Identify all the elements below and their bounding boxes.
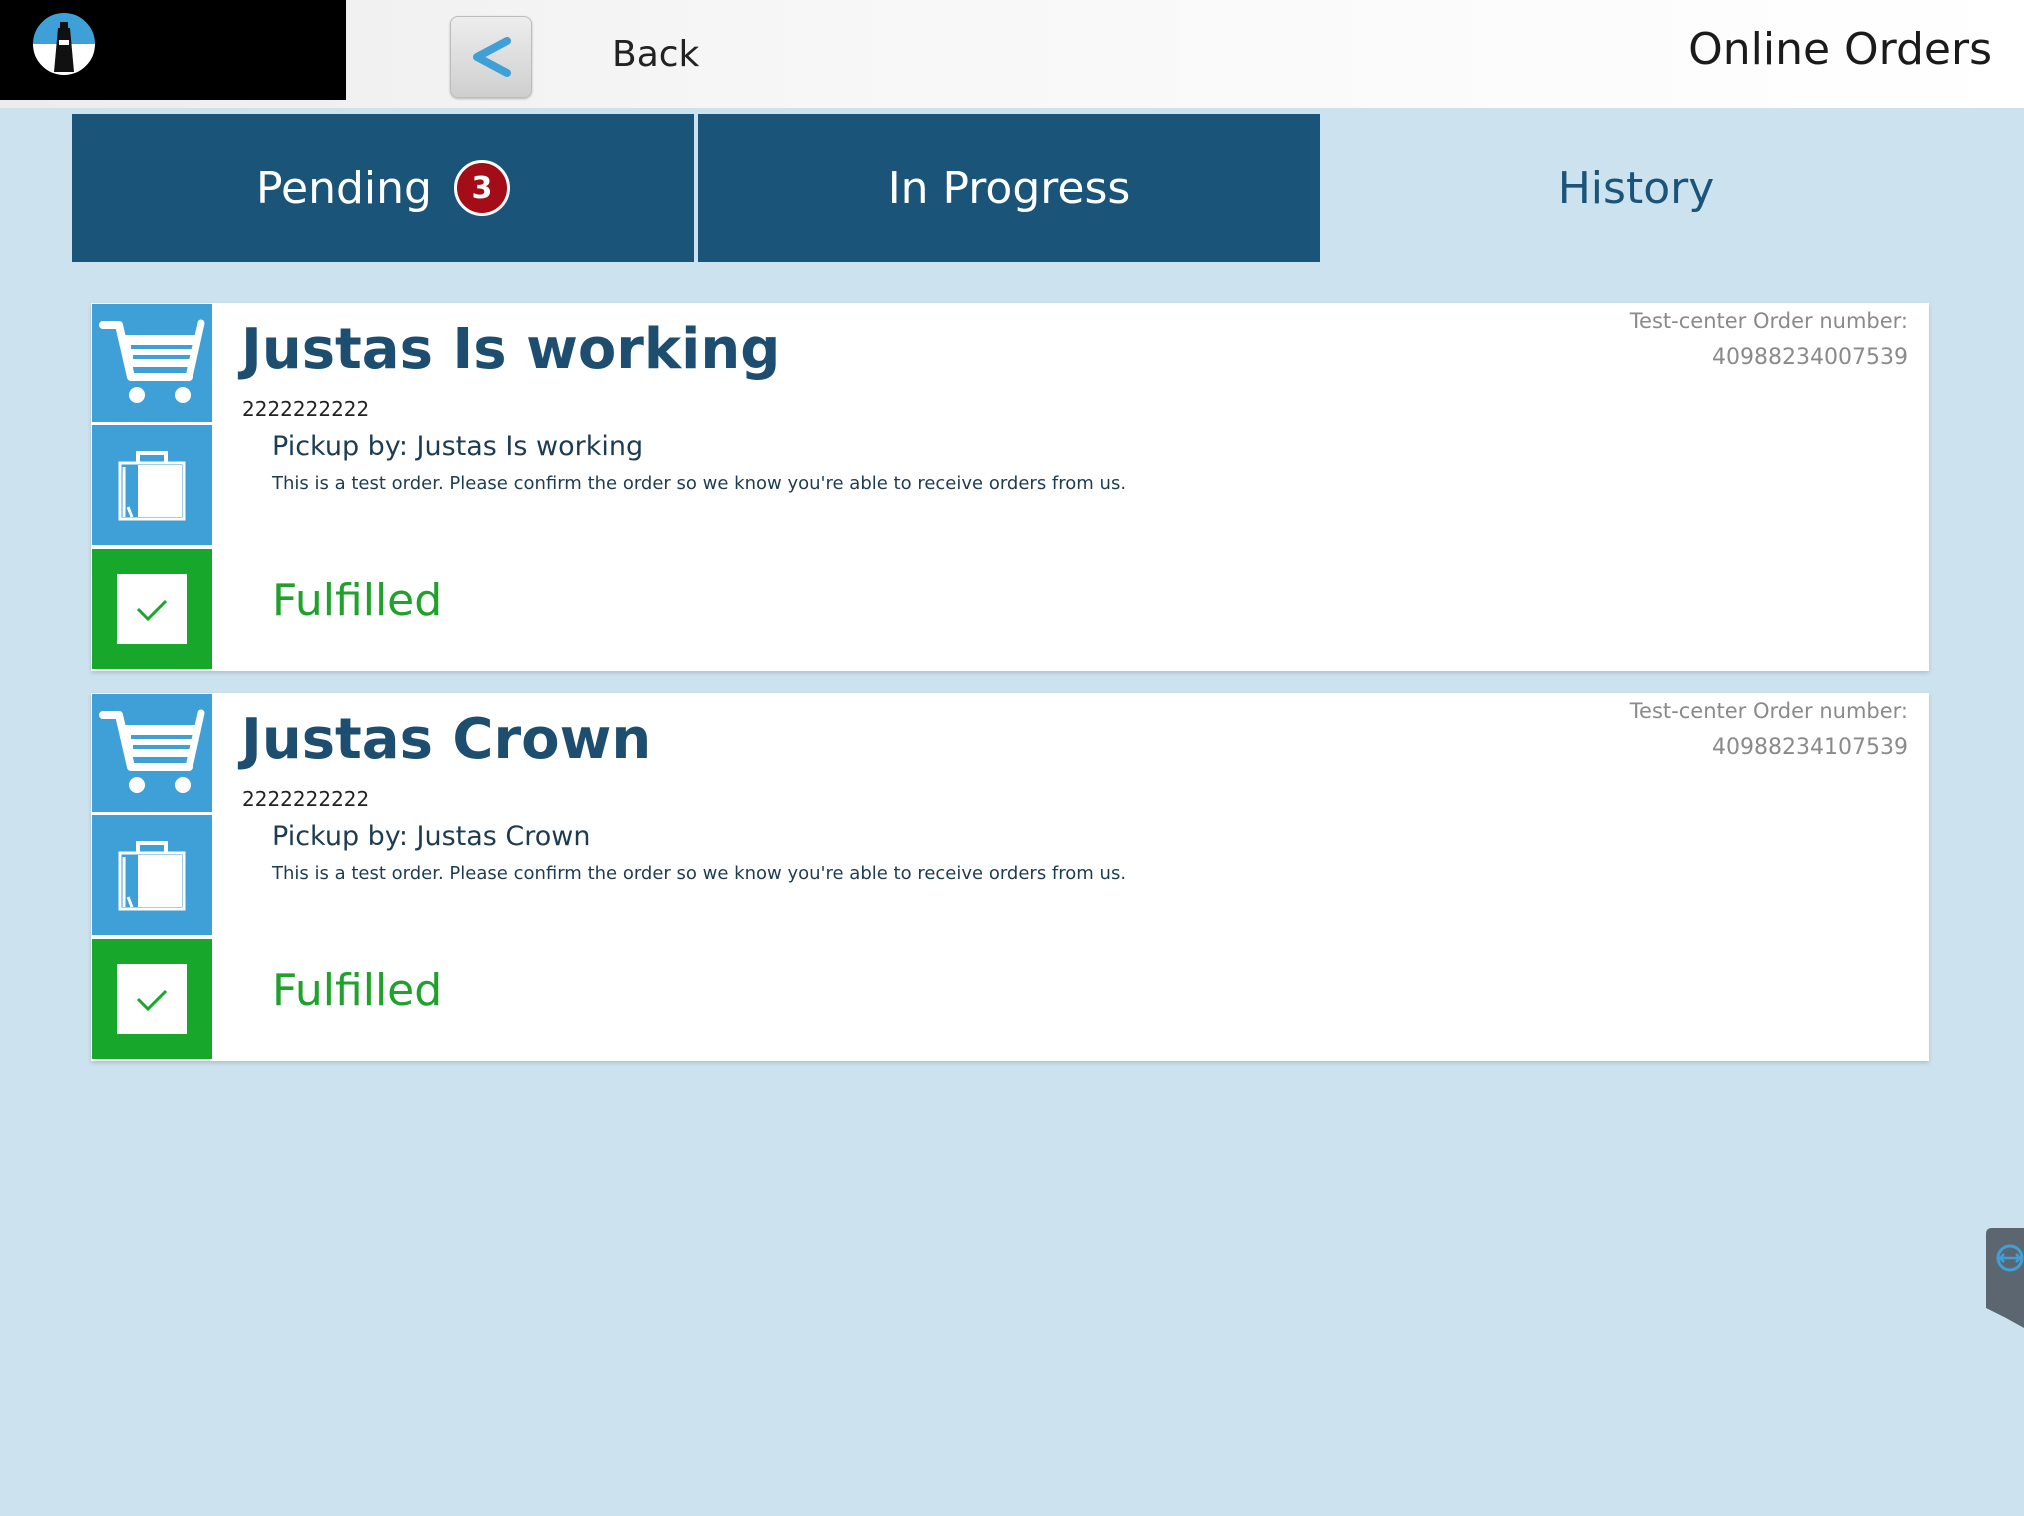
- tab-history-label: History: [1557, 162, 1715, 214]
- status-checkbox: [117, 964, 187, 1034]
- tab-pending[interactable]: Pending 3: [72, 114, 694, 262]
- fulfillment-type-tile: [92, 815, 212, 935]
- order-type-tile: [92, 694, 212, 812]
- back-label[interactable]: Back: [612, 34, 699, 75]
- tab-in-progress[interactable]: In Progress: [698, 114, 1320, 262]
- back-button[interactable]: [450, 16, 532, 98]
- cart-icon: [99, 709, 205, 793]
- checkmark-icon: [136, 599, 168, 622]
- pickup-info: Pickup by: Justas Is working: [272, 431, 644, 462]
- status-tile: [92, 549, 212, 669]
- checkmark-icon: [136, 989, 168, 1012]
- top-header: Back Online Orders: [0, 0, 2024, 108]
- tab-in-progress-label: In Progress: [887, 162, 1131, 214]
- fulfillment-type-tile: [92, 425, 212, 545]
- page-title: Online Orders: [1688, 24, 1992, 75]
- order-number-label: Test-center Order number:: [1629, 309, 1908, 333]
- customer-name: Justas Is working: [241, 317, 781, 382]
- customer-phone: 2222222222: [242, 397, 370, 421]
- lighthouse-logo-icon: [31, 11, 97, 77]
- status-tile: [92, 939, 212, 1059]
- tab-pending-label: Pending: [256, 162, 432, 214]
- order-type-tile: [92, 304, 212, 422]
- logo-area: [0, 0, 346, 100]
- cart-icon: [99, 319, 205, 403]
- order-number-label: Test-center Order number:: [1629, 699, 1908, 723]
- chevron-left-icon: [473, 37, 511, 77]
- customer-name: Justas Crown: [241, 707, 652, 772]
- order-number: 40988234107539: [1712, 735, 1908, 760]
- shopping-bag-icon: [118, 451, 186, 521]
- order-status: Fulfilled: [272, 965, 443, 1016]
- remote-support-icon[interactable]: [1984, 1228, 2024, 1328]
- tab-history[interactable]: History: [1322, 114, 1950, 262]
- pickup-info: Pickup by: Justas Crown: [272, 821, 591, 852]
- shopping-bag-icon: [118, 841, 186, 911]
- customer-phone: 2222222222: [242, 787, 370, 811]
- order-card[interactable]: Justas Is working 2222222222 Pickup by: …: [91, 303, 1929, 671]
- order-note: This is a test order. Please confirm the…: [272, 473, 1127, 494]
- status-checkbox: [117, 574, 187, 644]
- order-card[interactable]: Justas Crown 2222222222 Pickup by: Justa…: [91, 693, 1929, 1061]
- order-number: 40988234007539: [1712, 345, 1908, 370]
- order-note: This is a test order. Please confirm the…: [272, 863, 1127, 884]
- order-status: Fulfilled: [272, 575, 443, 626]
- pending-count-badge: 3: [453, 160, 510, 216]
